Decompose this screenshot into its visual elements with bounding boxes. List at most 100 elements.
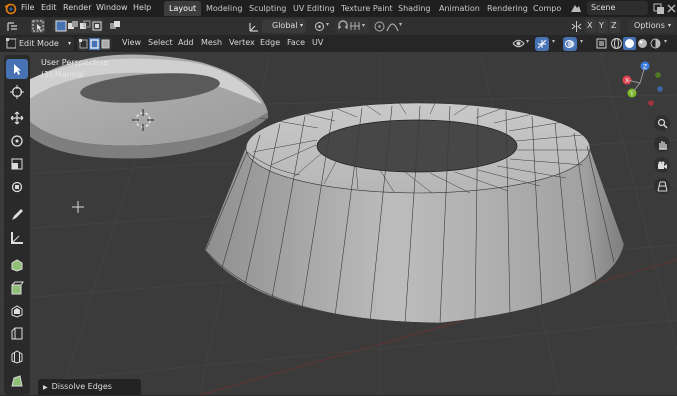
tab-uv-editing[interactable]: UV Editing: [288, 1, 340, 16]
scene-selector[interactable]: Scene: [587, 1, 648, 15]
camera-view-button[interactable]: [654, 157, 670, 173]
close-icon[interactable]: [665, 2, 677, 15]
tool-bevel[interactable]: [6, 324, 28, 344]
view-object-types-icon[interactable]: [512, 37, 525, 50]
menu-help[interactable]: Help: [133, 3, 151, 12]
mirror-y-toggle[interactable]: Y: [597, 19, 608, 33]
chevron-down-icon[interactable]: ▾: [362, 19, 365, 33]
vertex-select-icon[interactable]: [78, 38, 89, 50]
menu-edit[interactable]: Edit: [41, 3, 57, 12]
zoom-icon: [657, 118, 667, 128]
tab-texture-paint[interactable]: Texture Paint: [336, 1, 398, 16]
difference-selection-icon[interactable]: [109, 20, 122, 33]
object-label: (1) Manual: [41, 70, 84, 79]
menu-select[interactable]: Select: [148, 38, 173, 47]
material-preview-icon[interactable]: [636, 37, 649, 50]
solid-shading-icon[interactable]: [623, 37, 636, 50]
tab-layout[interactable]: Layout: [164, 1, 202, 16]
chevron-down-icon[interactable]: ▾: [580, 38, 583, 45]
rotate-icon: [11, 135, 23, 147]
rendered-shading-icon[interactable]: [649, 37, 662, 50]
gizmo-neg-y[interactable]: [655, 72, 661, 78]
tool-cursor[interactable]: [6, 82, 28, 102]
menu-uv[interactable]: UV: [312, 38, 323, 47]
menu-view[interactable]: View: [122, 38, 141, 47]
tool-poly-build[interactable]: [6, 371, 28, 391]
edge-select-icon[interactable]: [89, 38, 100, 50]
menu-render[interactable]: Render: [63, 3, 91, 12]
chevron-down-icon[interactable]: ▾: [526, 38, 529, 45]
menu-file[interactable]: File: [21, 3, 34, 12]
tool-loop-cut[interactable]: [6, 347, 28, 367]
tab-shading[interactable]: Shading: [393, 1, 436, 16]
tool-extrude[interactable]: [6, 278, 28, 298]
gizmo-toggle[interactable]: [535, 37, 549, 51]
cursor-arrow-icon: [14, 64, 21, 75]
chevron-down-icon[interactable]: ▾: [552, 38, 555, 45]
tab-modeling[interactable]: Modeling: [201, 1, 247, 16]
transform-orientation-dropdown[interactable]: Global ▾: [262, 19, 306, 33]
menu-edge[interactable]: Edge: [260, 38, 280, 47]
editor-type-icon[interactable]: [6, 20, 19, 33]
menu-add[interactable]: Add: [178, 38, 194, 47]
overlays-toggle[interactable]: [563, 37, 577, 51]
tool-annotate[interactable]: [6, 205, 28, 225]
tool-transform[interactable]: [6, 177, 28, 197]
tab-animation[interactable]: Animation: [434, 1, 485, 16]
selected-mesh-ring[interactable]: [204, 100, 625, 324]
chevron-down-icon[interactable]: ▾: [399, 21, 402, 28]
chevron-down-icon: ▾: [299, 22, 303, 29]
copy-scene-icon[interactable]: [652, 2, 665, 15]
mirror-y-label: Y: [599, 21, 604, 30]
set-new-selection-icon[interactable]: [55, 20, 67, 32]
tool-add-cube[interactable]: [6, 255, 28, 275]
select-tool-box[interactable]: [31, 19, 45, 33]
menu-face[interactable]: Face: [287, 38, 305, 47]
operator-label: Dissolve Edges: [51, 382, 112, 391]
blender-logo-icon[interactable]: [4, 2, 17, 15]
3d-viewport[interactable]: Z X Y: [0, 52, 677, 395]
pan-button[interactable]: [654, 136, 670, 152]
chevron-down-icon[interactable]: ▾: [664, 38, 667, 45]
scene-icon: [571, 5, 581, 12]
menu-vertex[interactable]: Vertex: [229, 38, 255, 47]
face-select-icon[interactable]: [100, 38, 111, 50]
gizmo-neg-z[interactable]: [657, 86, 663, 92]
tab-compositing[interactable]: Compo: [530, 1, 568, 16]
falloff-curve-icon[interactable]: [386, 20, 399, 33]
tab-rendering[interactable]: Rendering: [482, 1, 533, 16]
mode-dropdown[interactable]: Edit Mode ▾: [16, 37, 74, 51]
perspective-toggle-button[interactable]: [654, 178, 670, 194]
mirror-z-toggle[interactable]: Z: [609, 19, 620, 33]
tool-select-box[interactable]: [6, 59, 28, 79]
intersect-selection-icon[interactable]: [91, 20, 103, 32]
mirror-x-toggle[interactable]: X: [585, 19, 596, 33]
zoom-button[interactable]: [654, 115, 670, 131]
menu-mesh[interactable]: Mesh: [201, 38, 222, 47]
tool-rotate[interactable]: [6, 131, 28, 151]
extend-selection-icon[interactable]: [67, 20, 79, 32]
subtract-selection-icon[interactable]: [79, 20, 91, 32]
triangle-right-icon: ▶: [43, 384, 48, 391]
tool-measure[interactable]: [6, 228, 28, 248]
transform-icon: [11, 181, 23, 193]
proportional-edit-icon[interactable]: [373, 20, 386, 33]
selection-mode-group: [53, 19, 103, 33]
tool-scale[interactable]: [6, 154, 28, 174]
bevel-icon: [11, 327, 23, 340]
tool-move[interactable]: [6, 108, 28, 128]
menu-window[interactable]: Window: [96, 3, 128, 12]
tab-sculpting[interactable]: Sculpting: [244, 1, 291, 16]
xray-toggle-icon[interactable]: [595, 37, 608, 50]
ruler-icon: [11, 232, 23, 244]
pivot-point-icon[interactable]: [313, 20, 326, 33]
mirror-z-label: Z: [611, 21, 617, 30]
snap-magnet-icon[interactable]: [337, 20, 349, 32]
options-dropdown[interactable]: Options ▾: [628, 19, 674, 33]
wireframe-shading-icon[interactable]: [610, 37, 623, 50]
last-operator-panel[interactable]: ▶ Dissolve Edges: [38, 379, 141, 395]
gizmo-neg-x[interactable]: [648, 100, 654, 106]
chevron-down-icon[interactable]: ▾: [326, 21, 329, 28]
snap-target-icon[interactable]: [349, 20, 361, 32]
tool-inset-faces[interactable]: [6, 301, 28, 321]
